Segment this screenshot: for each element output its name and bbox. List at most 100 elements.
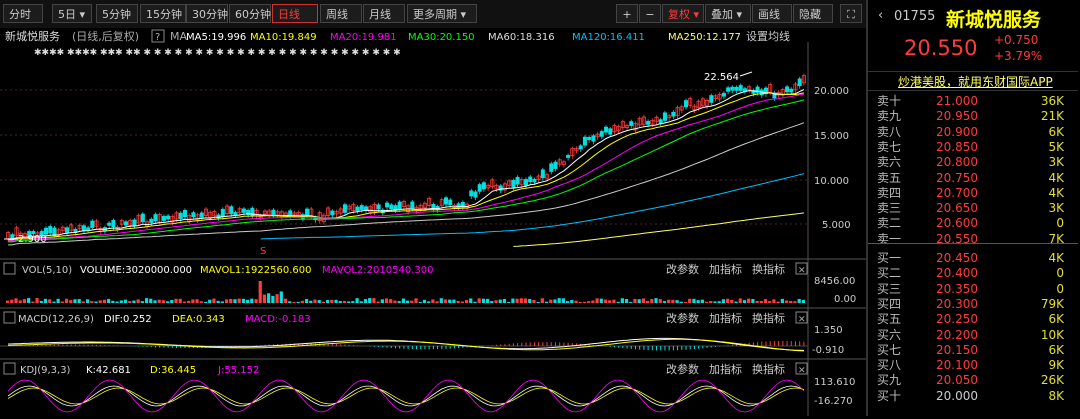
volume-bar [784,300,789,303]
volume-bar [22,299,27,303]
fullscreen-icon[interactable]: ⛶ [840,4,862,23]
candle-body [523,179,529,186]
change-params-button[interactable]: 改参数 [666,362,699,376]
volume-bar [553,299,557,303]
order-volume: 5K [1048,139,1064,154]
order-book-row[interactable]: 卖三 20.650 3K [868,201,1078,216]
volume-bar [279,291,283,303]
ma-label: MA [170,30,187,43]
volume-bar [406,300,410,303]
volume-bar [688,298,692,303]
ma-settings-link[interactable]: 设置均线 [746,29,790,43]
change-params-button[interactable]: 改参数 [666,311,699,325]
candle-body [646,120,651,125]
volume-bar [182,301,187,303]
volume-bar [69,300,73,303]
order-book-row[interactable]: 买一 20.450 4K [868,251,1078,266]
order-price: 20.450 [936,251,978,265]
kdj-d-value: D:36.445 [150,365,196,376]
back-arrow-icon[interactable]: ‹ [878,8,883,23]
draw-line-button[interactable]: 画线 [752,4,792,23]
hide-button[interactable]: 隐藏 [793,4,833,23]
candle-body [789,88,794,93]
promo-link[interactable]: 炒港美股，就用东财国际APP [898,73,1053,90]
adjust-dropdown[interactable]: 复权 ▾ [662,4,704,23]
order-book-row[interactable]: 买七 20.150 6K [868,343,1078,358]
add-indicator-button[interactable]: 加指标 [709,262,742,276]
volume-bar [267,293,271,303]
volume-bar [254,299,258,303]
volume-bar [519,298,523,303]
volume-bar [507,301,511,303]
overlay-dropdown[interactable]: 叠加 ▾ [705,4,751,23]
order-book-row[interactable]: 买六 20.200 10K [868,328,1078,343]
order-book-row[interactable]: 卖五 20.750 4K [868,171,1078,186]
volume-bar [241,298,245,303]
volume-bar [94,301,98,303]
order-level-label: 买一 [877,251,902,265]
change-params-button[interactable]: 改参数 [666,262,699,276]
order-book-row[interactable]: 卖六 20.800 3K [868,155,1078,170]
order-book-row[interactable]: 卖一 20.550 7K [868,232,1078,247]
tab-weekly[interactable]: 周线 [320,4,362,23]
tab-more-periods[interactable]: 更多周期 ▾ [407,4,477,23]
order-book-row[interactable]: 买四 20.300 79K [868,297,1078,312]
close-glyph: ✕ [798,366,806,376]
tab-5min[interactable]: 5分钟 [96,4,138,23]
volume-bar [123,299,128,303]
candle-body [587,137,592,140]
order-book-row[interactable]: 卖八 20.900 6K [868,125,1078,140]
candle-body [229,206,234,215]
candle-body [52,227,57,236]
switch-indicator-button[interactable]: 换指标 [752,311,785,325]
volume-bar [262,294,267,303]
volume-bar [658,299,662,303]
high-price-annotation: 22.564 [704,72,739,83]
order-level-label: 买四 [877,296,902,311]
volume-bar [599,298,603,303]
order-book-row[interactable]: 卖七 20.850 5K [868,140,1078,155]
order-price: 20.800 [936,155,978,170]
order-book-row[interactable]: 卖十 21.000 36K [868,94,1078,109]
switch-indicator-button[interactable]: 换指标 [752,362,785,376]
tab-monthly[interactable]: 月线 [363,4,405,23]
volume-bar [566,301,570,303]
order-level-label: 卖四 [877,185,902,200]
order-book-row[interactable]: 卖九 20.950 21K [868,109,1078,124]
order-volume: 0 [1056,216,1064,231]
order-book-row[interactable]: 买二 20.400 0 [868,266,1078,281]
order-book-row[interactable]: 卖四 20.700 4K [868,186,1078,201]
order-level-label: 卖五 [877,170,902,185]
candle-body [473,191,478,198]
zoom-out-button[interactable]: − [639,4,661,23]
tab-5day[interactable]: 5日 ▾ [52,4,92,23]
close-glyph: ✕ [798,266,806,276]
candle-body [629,121,634,126]
volume-bar [229,298,233,303]
volume-bar [629,301,633,303]
switch-indicator-button[interactable]: 换指标 [752,262,785,276]
volume-bar [477,298,481,303]
order-volume: 36K [1040,94,1064,108]
tab-60min[interactable]: 60分钟 [229,4,271,23]
order-book-row[interactable]: 买八 20.100 9K [868,358,1078,373]
order-book-row[interactable]: 买三 20.350 0 [868,282,1078,297]
order-book-row[interactable]: 买九 20.050 26K [868,373,1078,388]
tab-15min[interactable]: 15分钟 [140,4,186,23]
volume-bar [603,299,608,303]
tab-daily[interactable]: 日线 [272,4,318,23]
add-indicator-button[interactable]: 加指标 [709,362,742,376]
add-indicator-button[interactable]: 加指标 [709,311,742,325]
order-book-row[interactable]: 买五 20.250 6K [868,312,1078,327]
volume-bar [570,299,574,303]
tab-intraday[interactable]: 分时 [3,4,43,23]
volume-bar [342,300,347,303]
ma-legend-item: MA60:18.316 [488,32,555,43]
volume-bar [704,301,709,303]
volume-bar [439,298,443,303]
macd-axis-top: 1.350 [814,325,843,336]
tab-30min[interactable]: 30分钟 [186,4,228,23]
zoom-in-button[interactable]: + [616,4,638,23]
order-book-row[interactable]: 卖二 20.600 0 [868,216,1078,231]
order-book-row[interactable]: 买十 20.000 8K [868,389,1078,404]
